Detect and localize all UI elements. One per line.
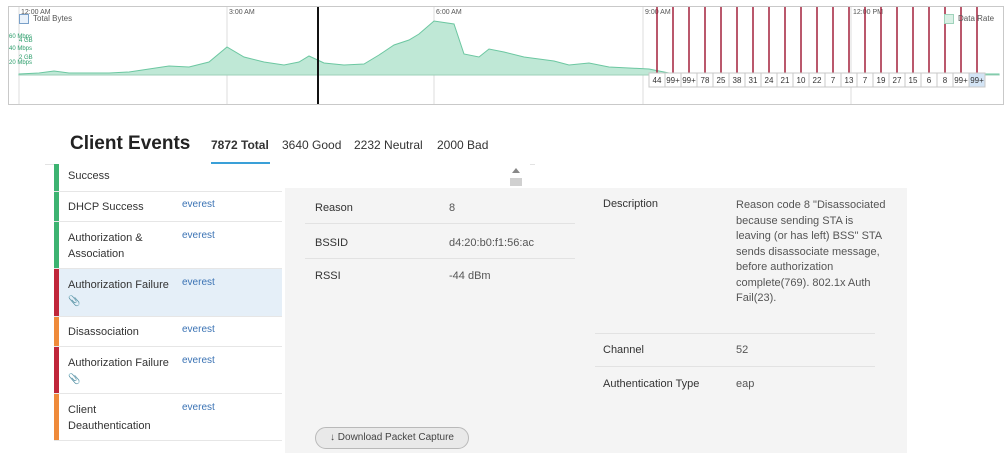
list-item[interactable]: Authorization & Association everest [54, 222, 282, 269]
axis-label-40mbps: 40 Mbps [9, 46, 33, 52]
time-label: 12:00 PM [853, 9, 883, 16]
event-severity-bar [54, 192, 59, 221]
event-name: Disassociation [68, 326, 139, 338]
event-site-link[interactable]: everest [182, 402, 215, 413]
event-count-label: 13 [845, 76, 854, 85]
event-name-wrap: Authorization Failure 📎 [68, 355, 173, 388]
list-item[interactable]: Disassociation everest [54, 317, 282, 347]
list-item-selected[interactable]: Authorization Failure 📎 everest [54, 269, 282, 317]
channel-label: Channel [603, 344, 644, 356]
traffic-area [18, 20, 1000, 76]
bssid-value: d4:20:b0:f1:56:ac [449, 237, 535, 249]
time-label: 9:00 AM [645, 9, 671, 16]
event-count-label: 99+ [682, 76, 696, 85]
attachment-icon: 📎 [68, 374, 81, 385]
client-events-title: Client Events [70, 133, 191, 154]
event-name: Authorization Failure [68, 357, 169, 369]
tab-bad[interactable]: 2000 Bad [437, 138, 488, 152]
event-count-label: 6 [927, 76, 932, 85]
event-count-label: 7 [863, 76, 868, 85]
attachment-icon: 📎 [68, 296, 81, 307]
scroll-up-icon[interactable] [512, 168, 520, 173]
event-count-label: 25 [717, 76, 726, 85]
event-count-label: 31 [749, 76, 758, 85]
event-severity-bar [54, 269, 59, 316]
channel-value: 52 [736, 344, 749, 356]
list-item[interactable]: Authorization Failure 📎 everest [54, 347, 282, 394]
event-count-label: 44 [653, 76, 662, 85]
download-label: Download Packet Capture [337, 432, 454, 443]
list-item[interactable]: DHCP Success everest [54, 192, 282, 222]
axis-label-4gb: 4 GB [19, 38, 33, 44]
bssid-label: BSSID [315, 237, 349, 249]
event-name: Success [68, 170, 110, 182]
scroll-thumb[interactable] [510, 178, 522, 186]
event-site-link[interactable]: everest [182, 277, 215, 288]
download-packet-capture-button[interactable]: ↓ Download Packet Capture [315, 427, 469, 449]
list-scrollbar[interactable] [509, 166, 522, 186]
description-value: Reason code 8 "Disassociated because sen… [736, 199, 886, 304]
event-site-link[interactable]: everest [182, 355, 215, 366]
data-rate-legend-label: Data Rate [958, 14, 995, 23]
auth-type-value: eap [736, 378, 755, 390]
reason-value: 8 [449, 202, 456, 214]
event-name: DHCP Success [68, 201, 144, 213]
event-count-label: 10 [797, 76, 806, 85]
traffic-timeline[interactable]: 12:00 AM 3:00 AM 6:00 AM 9:00 AM 12:00 PM 44 9… [8, 6, 1004, 105]
timeline-svg: 12:00 AM 3:00 AM 6:00 AM 9:00 AM 12:00 PM44 9… [18, 7, 1000, 104]
data-rate-legend-swatch[interactable] [944, 14, 954, 24]
divider [305, 223, 575, 224]
event-count-label: 15 [909, 76, 918, 85]
event-count-label: 99+ [970, 76, 984, 85]
event-name: Client Deauthentication [68, 404, 151, 432]
rssi-label: RSSI [315, 270, 341, 282]
event-detail-panel: Reason 8 BSSID d4:20:b0:f1:56:ac RSSI -4… [285, 188, 907, 453]
event-count-label: 22 [813, 76, 822, 85]
tab-good[interactable]: 3640 Good [282, 138, 341, 152]
event-name: Authorization & Association [68, 232, 143, 260]
client-events-header: Client Events 7872 Total 3640 Good 2232 … [45, 116, 535, 165]
event-count-label: 27 [893, 76, 902, 85]
event-site-link[interactable]: everest [182, 199, 215, 210]
list-item[interactable]: Success [54, 164, 282, 192]
event-name-wrap: Authorization Failure 📎 [68, 277, 173, 310]
event-count-label: 21 [781, 76, 790, 85]
event-severity-bar [54, 164, 59, 191]
list-item[interactable]: Client Deauthentication everest [54, 394, 282, 441]
event-severity-bar [54, 222, 59, 268]
divider [305, 258, 575, 259]
description-label: Description [603, 198, 659, 210]
event-severity-bar [54, 317, 59, 346]
event-count-label: 78 [701, 76, 710, 85]
event-count-label: 19 [877, 76, 886, 85]
divider [595, 333, 875, 334]
event-severity-bar [54, 394, 59, 440]
event-name: Authorization Failure [68, 279, 169, 291]
event-count-label: 99+ [666, 76, 680, 85]
event-site-link[interactable]: everest [182, 324, 215, 335]
event-count-label: 8 [943, 76, 948, 85]
event-site-link[interactable]: everest [182, 230, 215, 241]
event-count-label: 7 [831, 76, 836, 85]
axis-label-20mbps: 20 Mbps [9, 60, 33, 66]
time-label: 3:00 AM [229, 9, 255, 16]
total-bytes-legend-swatch[interactable] [19, 14, 29, 24]
auth-type-label: Authentication Type [603, 378, 700, 390]
event-count-label: 24 [765, 76, 774, 85]
event-count-label: 99+ [954, 76, 968, 85]
tab-total[interactable]: 7872 Total [211, 138, 269, 152]
reason-label: Reason [315, 202, 353, 214]
divider [595, 366, 875, 367]
event-severity-bar [54, 347, 59, 393]
total-bytes-legend-label: Total Bytes [33, 14, 73, 23]
event-count-label: 38 [733, 76, 742, 85]
rssi-value: -44 dBm [449, 270, 491, 282]
download-icon: ↓ [330, 432, 336, 443]
tab-neutral[interactable]: 2232 Neutral [354, 138, 423, 152]
time-label: 6:00 AM [436, 9, 462, 16]
